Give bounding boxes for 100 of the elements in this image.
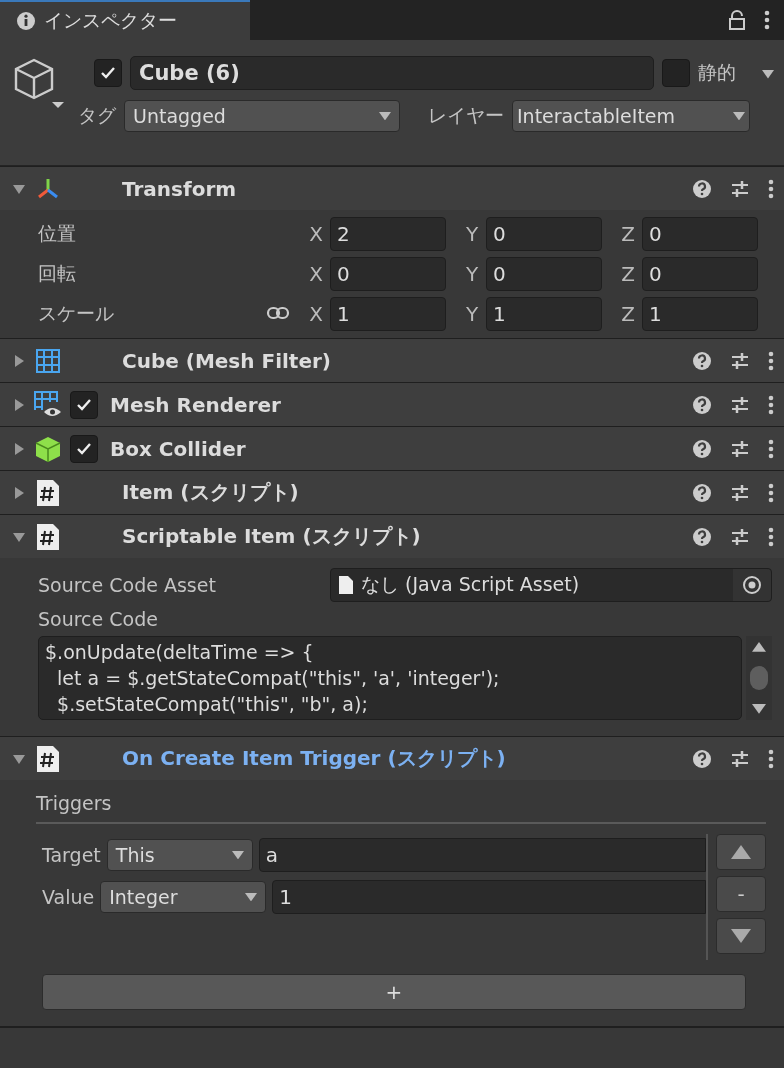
foldout-icon[interactable]	[12, 397, 26, 412]
sliders-icon[interactable]	[730, 438, 750, 459]
scrollbar[interactable]	[746, 636, 772, 720]
help-icon[interactable]	[692, 748, 712, 769]
move-up-button[interactable]	[716, 834, 766, 870]
axis-label: Y	[464, 302, 480, 326]
more-icon[interactable]	[768, 748, 774, 769]
up-arrow-icon	[752, 642, 766, 652]
cube-icon	[34, 434, 62, 463]
component-header[interactable]: On Create Item Trigger (スクリプト)	[0, 736, 784, 780]
sliders-icon[interactable]	[730, 350, 750, 371]
info-icon	[16, 11, 36, 31]
sliders-icon[interactable]	[730, 394, 750, 415]
number-field[interactable]: 0	[486, 257, 602, 291]
remove-button[interactable]: -	[716, 876, 766, 912]
component-header[interactable]: Item (スクリプト)	[0, 470, 784, 514]
grid-icon	[35, 347, 61, 374]
check-icon	[76, 441, 92, 456]
more-icon[interactable]	[768, 350, 774, 371]
list-label: Triggers	[36, 792, 113, 814]
layer-dropdown[interactable]: InteractableItem	[512, 100, 750, 132]
field-label: 回転	[38, 261, 77, 286]
check-icon	[76, 397, 92, 412]
number-field[interactable]: 1	[486, 297, 602, 331]
name-field[interactable]: Cube (6)	[130, 56, 654, 90]
component-header[interactable]: Transform	[0, 166, 784, 210]
caret-icon	[231, 850, 244, 860]
axis-label: Z	[620, 262, 636, 286]
script-file-icon	[36, 522, 60, 551]
number-field[interactable]: 0	[330, 257, 446, 291]
caret-icon	[731, 929, 751, 943]
checkbox[interactable]	[70, 434, 98, 463]
foldout-icon[interactable]	[12, 353, 26, 368]
number-field[interactable]: 2	[330, 217, 446, 251]
axis-label: X	[308, 302, 324, 326]
object-field-value: なし (Java Script Asset)	[361, 572, 580, 597]
move-down-button[interactable]	[716, 918, 766, 954]
sliders-icon[interactable]	[730, 178, 750, 199]
field-label: Target	[42, 844, 101, 866]
field-label: スケール	[38, 301, 115, 326]
axis-label: Y	[464, 262, 480, 286]
number-field[interactable]: 0	[642, 217, 758, 251]
more-icon[interactable]	[768, 482, 774, 503]
dropdown[interactable]: This	[106, 839, 253, 871]
help-icon[interactable]	[692, 178, 712, 199]
static-label: 静的	[698, 60, 736, 85]
more-icon[interactable]	[768, 178, 774, 199]
help-icon[interactable]	[692, 350, 712, 371]
foldout-icon[interactable]	[12, 485, 26, 500]
component-header[interactable]: Mesh Renderer	[0, 382, 784, 426]
scroll-thumb[interactable]	[750, 666, 768, 690]
number-field[interactable]: 1	[642, 297, 758, 331]
number-field[interactable]: 1	[330, 297, 446, 331]
component-title: Item (スクリプト)	[122, 479, 299, 506]
field-label: 位置	[38, 221, 77, 246]
more-icon[interactable]	[768, 394, 774, 415]
number-field[interactable]: 0	[486, 217, 602, 251]
static-checkbox[interactable]	[662, 59, 690, 87]
file-icon	[339, 576, 353, 594]
help-icon[interactable]	[692, 526, 712, 547]
component-title: Box Collider	[110, 436, 246, 461]
field-label: Source Code Asset	[38, 574, 216, 596]
more-icon[interactable]	[764, 10, 770, 30]
field-label: Value	[42, 886, 95, 908]
sliders-icon[interactable]	[730, 526, 750, 547]
lock-icon[interactable]	[728, 10, 746, 30]
help-icon[interactable]	[692, 394, 712, 415]
dropdown[interactable]: Integer	[100, 881, 267, 913]
foldout-icon[interactable]	[12, 441, 26, 456]
help-icon[interactable]	[692, 482, 712, 503]
sliders-icon[interactable]	[730, 748, 750, 769]
link-icon[interactable]	[266, 305, 290, 320]
axis-label: X	[308, 222, 324, 246]
more-icon[interactable]	[768, 526, 774, 547]
axis-label: Y	[464, 222, 480, 246]
inspector-tab[interactable]: インスペクター	[0, 0, 250, 40]
code-editor[interactable]: $.onUpdate(deltaTime => { let a = $.getStateCompat("this", 'a', 'integer'); $.setStateCompat("this", "b", a);	[38, 636, 742, 720]
more-icon[interactable]	[768, 438, 774, 459]
active-checkbox[interactable]	[94, 59, 122, 87]
caret-icon	[379, 111, 391, 121]
sliders-icon[interactable]	[730, 482, 750, 503]
component-header[interactable]: Box Collider	[0, 426, 784, 470]
component-title: On Create Item Trigger (スクリプト)	[122, 745, 506, 772]
component-header[interactable]: Scriptable Item (スクリプト)	[0, 514, 784, 558]
axis-label: X	[308, 262, 324, 286]
script-file-icon	[36, 744, 60, 773]
component-title: Cube (Mesh Filter)	[122, 348, 331, 373]
field-label: Source Code	[38, 608, 159, 630]
layer-label: レイヤー	[428, 103, 504, 128]
text-field[interactable]: a	[258, 838, 706, 872]
help-icon[interactable]	[692, 438, 712, 459]
tag-dropdown[interactable]: Untagged	[124, 100, 400, 132]
number-field[interactable]: 0	[642, 257, 758, 291]
component-header[interactable]: Cube (Mesh Filter)	[0, 338, 784, 382]
check-icon	[100, 66, 116, 80]
add-button[interactable]: +	[42, 974, 746, 1010]
text-field[interactable]: 1	[272, 880, 706, 914]
object-field[interactable]: なし (Java Script Asset)	[330, 568, 772, 602]
object-picker-icon[interactable]	[733, 569, 771, 601]
checkbox[interactable]	[70, 390, 98, 419]
